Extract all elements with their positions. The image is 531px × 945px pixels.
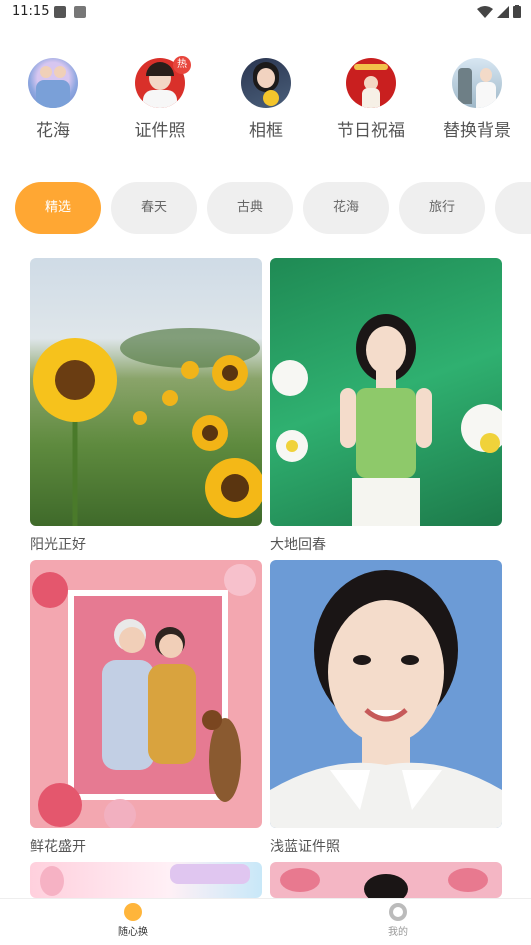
spring-illustration xyxy=(272,314,502,526)
category-label: 花海 xyxy=(36,121,70,141)
category-replace-background[interactable]: 替换背景 xyxy=(427,58,527,141)
template-card[interactable]: 鲜花盛开 xyxy=(30,560,262,856)
template-title: 鲜花盛开 xyxy=(30,839,86,855)
category-row: 花海 热 证件照 相框 节日祝福 替换背景 xyxy=(0,56,531,148)
category-holiday-wishes[interactable]: 节日祝福 xyxy=(321,58,421,141)
template-card[interactable] xyxy=(270,862,502,898)
category-frame[interactable]: 相框 xyxy=(216,58,316,141)
status-icons xyxy=(477,5,521,18)
filter-tabs: 精选 春天 古典 花海 旅行 xyxy=(15,182,531,234)
nav-mine-label: 我的 xyxy=(388,927,408,938)
app-notification-icon xyxy=(74,6,86,18)
template-title: 浅蓝证件照 xyxy=(270,839,340,855)
nav-mine[interactable]: 我的 xyxy=(358,903,438,938)
category-label: 证件照 xyxy=(134,121,186,141)
tab-spring[interactable]: 春天 xyxy=(111,182,197,234)
category-avatar xyxy=(452,58,502,108)
battery-icon xyxy=(513,5,521,18)
template-card[interactable]: 大地回春 xyxy=(270,258,502,554)
couple-illustration xyxy=(32,564,256,828)
template-image xyxy=(270,258,502,526)
category-flower-sea[interactable]: 花海 xyxy=(3,58,103,141)
category-avatar xyxy=(28,58,78,108)
nav-home[interactable]: 随心换 xyxy=(93,903,173,938)
status-bar: 11:15 xyxy=(0,0,531,24)
category-avatar xyxy=(241,58,291,108)
template-card[interactable] xyxy=(30,862,262,898)
template-image xyxy=(30,560,262,828)
notification-icon xyxy=(54,6,66,18)
wifi-icon xyxy=(477,5,493,18)
template-image xyxy=(30,258,262,526)
template-image xyxy=(30,862,262,898)
template-image xyxy=(270,560,502,828)
template-card[interactable]: 浅蓝证件照 xyxy=(270,560,502,856)
category-avatar: 热 xyxy=(135,56,191,108)
sunflower-illustration xyxy=(33,338,262,526)
tab-travel[interactable]: 旅行 xyxy=(399,182,485,234)
tab-classical[interactable]: 古典 xyxy=(207,182,293,234)
category-label: 相框 xyxy=(249,121,283,141)
category-label: 替换背景 xyxy=(443,121,511,141)
tab-featured[interactable]: 精选 xyxy=(15,182,101,234)
profile-icon xyxy=(389,903,407,921)
portrait-illustration xyxy=(270,570,502,828)
star-icon xyxy=(124,903,142,921)
signal-icon xyxy=(497,5,509,18)
nav-home-label: 随心换 xyxy=(118,927,148,938)
tab-more-partial[interactable] xyxy=(495,182,531,234)
category-label: 节日祝福 xyxy=(337,121,405,141)
bottom-nav: 随心换 我的 xyxy=(0,898,531,945)
category-id-photo[interactable]: 热 证件照 xyxy=(110,56,210,141)
category-avatar xyxy=(346,58,396,108)
tab-flower-sea[interactable]: 花海 xyxy=(303,182,389,234)
template-image xyxy=(270,862,502,898)
template-card[interactable]: 阳光正好 xyxy=(30,258,262,554)
template-title: 阳光正好 xyxy=(30,537,86,553)
status-time: 11:15 xyxy=(12,4,50,19)
template-title: 大地回春 xyxy=(270,537,326,553)
hot-badge: 热 xyxy=(173,56,191,74)
